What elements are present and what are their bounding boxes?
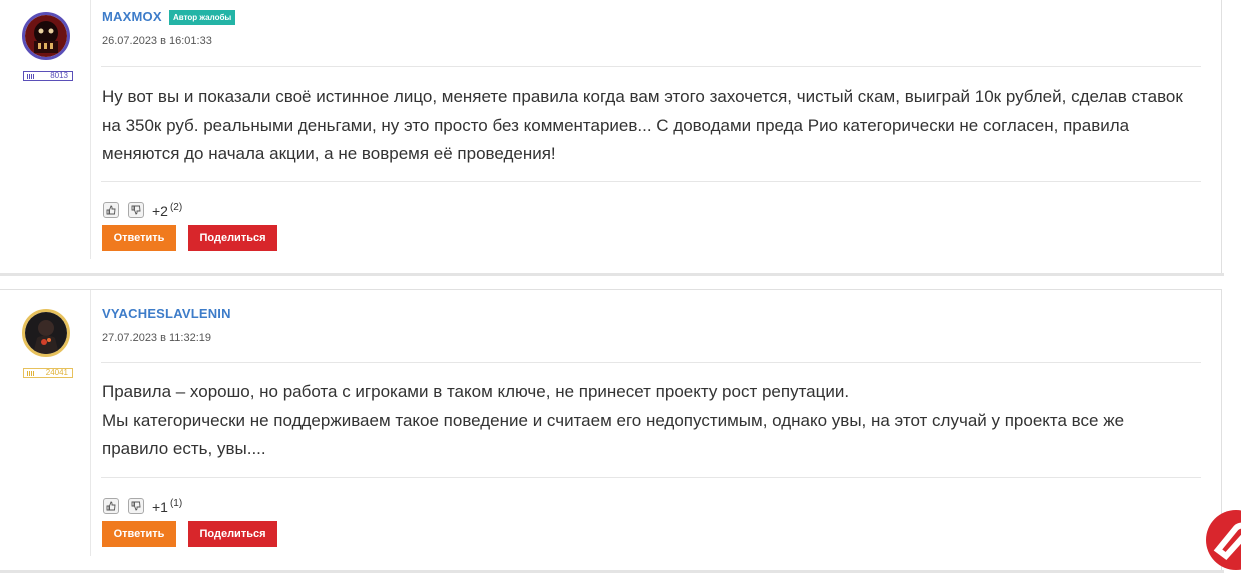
pencil-icon [1213, 522, 1241, 561]
like-icon[interactable] [103, 498, 119, 514]
author-name[interactable]: MAXMOX [102, 9, 162, 24]
reply-button[interactable]: Ответить [102, 225, 176, 251]
post-body: Ну вот вы и показали своё истинное лицо,… [102, 87, 1183, 163]
dislike-icon[interactable] [128, 202, 144, 218]
post-shadow [0, 570, 1224, 573]
dislike-icon[interactable] [128, 498, 144, 514]
avatar[interactable] [22, 309, 70, 357]
post-2: 24041 VYACHESLAVLENIN 27.07.2023 в 11:32… [0, 289, 1222, 571]
post-divider [90, 290, 91, 556]
post-1: 8013 MAXMOX Автор жалобы 26.07.2023 в 16… [0, 0, 1222, 274]
reputation-badge: 8013 [23, 71, 73, 81]
post-date: 26.07.2023 в 16:01:33 [102, 35, 212, 47]
votes-count: (2) [169, 202, 183, 213]
post-score: +2 (2) [152, 202, 182, 219]
author-name[interactable]: VYACHESLAVLENIN [102, 306, 231, 321]
score-value: +2 [152, 203, 168, 219]
reputation-value: 24041 [45, 368, 68, 377]
post-shadow [0, 273, 1224, 276]
like-icon[interactable] [103, 202, 119, 218]
post-body-line: Мы категорически не поддерживаем такое п… [102, 410, 1125, 459]
votes-count: (1) [169, 498, 183, 509]
scroll-to-top-button[interactable] [1206, 510, 1241, 570]
share-button[interactable]: Поделиться [188, 521, 277, 547]
share-button[interactable]: Поделиться [188, 225, 277, 251]
score-value: +1 [152, 499, 168, 515]
post-body: Правила – хорошо, но работа с игроками в… [102, 378, 1192, 464]
separator [101, 66, 1201, 67]
reputation-icon [27, 371, 35, 376]
reputation-icon [27, 74, 35, 79]
separator [101, 477, 1201, 478]
reputation-badge: 24041 [23, 368, 73, 378]
separator [101, 362, 1201, 363]
avatar[interactable] [22, 12, 70, 60]
post-divider [90, 0, 91, 259]
scrollbar[interactable] [1224, 0, 1241, 575]
post-date: 27.07.2023 в 11:32:19 [102, 332, 212, 344]
reply-button[interactable]: Ответить [102, 521, 176, 547]
post-score: +1 (1) [152, 498, 182, 515]
reputation-value: 8013 [50, 71, 68, 80]
separator [101, 181, 1201, 182]
post-body-line: Правила – хорошо, но работа с игроками в… [102, 382, 850, 401]
complaint-author-badge: Автор жалобы [169, 10, 236, 25]
